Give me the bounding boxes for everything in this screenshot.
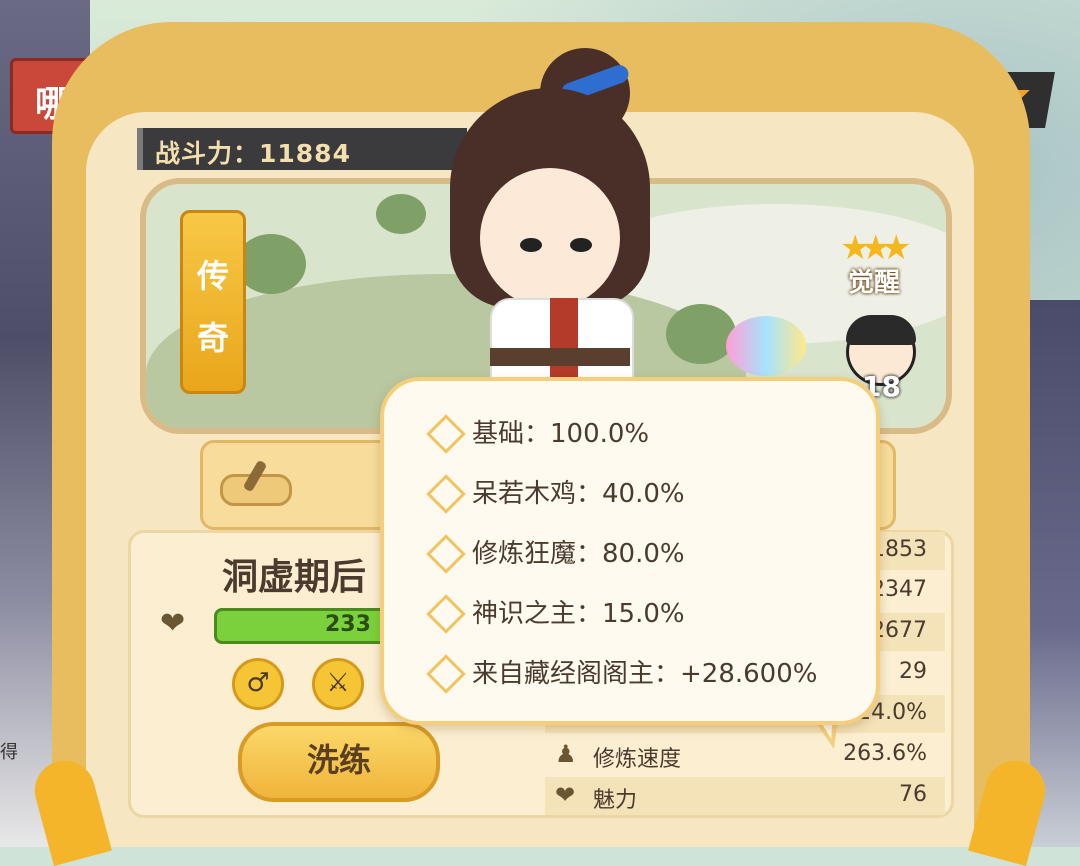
character-eye [520, 238, 542, 252]
tooltip-line-text: 神识之主：15.0% [472, 599, 685, 629]
character-face [480, 168, 620, 308]
bonus-breakdown-tooltip: 基础：100.0% 呆若木鸡：40.0% 修炼狂魔：80.0% 神识之主：15.… [380, 377, 880, 725]
character-eye [570, 238, 592, 252]
rank-tag: 传 奇 [180, 210, 246, 394]
awaken-badge[interactable]: ★★★ 觉醒 [832, 228, 932, 298]
hp-value: 233 [325, 612, 371, 637]
rank-char-1: 传 [196, 257, 229, 295]
diamond-icon [426, 654, 466, 694]
combat-power-text: 战斗力：11884 [155, 139, 351, 168]
diamond-icon [426, 534, 466, 574]
diamond-icon [426, 474, 466, 514]
pet-companion[interactable] [726, 316, 806, 376]
sword-icon[interactable]: ⚔ [312, 658, 364, 710]
scene-tree [236, 234, 306, 294]
stat-row-charm: ❤ 魅力 76 [545, 777, 945, 815]
scroll-icon[interactable] [220, 460, 292, 506]
heart-icon: ❤ [160, 606, 186, 641]
meditation-icon: ♟ [555, 740, 577, 768]
stat-value: 263.6% [843, 741, 927, 766]
stat-value: 29 [899, 659, 927, 684]
tooltip-line-text: 基础：100.0% [472, 419, 650, 449]
character-belt [490, 348, 630, 366]
heart-icon: ❤ [555, 781, 576, 809]
stat-row-cultivation-speed: ♟ 修炼速度 263.6% [545, 736, 945, 774]
diamond-icon [426, 594, 466, 634]
rank-char-2: 奇 [196, 319, 229, 357]
scene-tree [376, 194, 426, 234]
tooltip-line-text: 修炼狂魔：80.0% [472, 539, 685, 569]
stat-label: 修炼速度 [593, 747, 682, 772]
tooltip-line-text: 呆若木鸡：40.0% [472, 479, 685, 509]
realm-title: 洞虚期后 [222, 557, 367, 598]
diamond-icon [426, 414, 466, 454]
wash-button[interactable]: 洗练 [238, 722, 440, 802]
stat-value: 76 [899, 782, 927, 807]
combat-power-bar: 战斗力：11884 [137, 128, 467, 170]
stat-label: 魅力 [593, 788, 638, 813]
character-portrait [440, 48, 680, 422]
left-side-text: 得 [0, 742, 18, 763]
tooltip-line-text: 来自藏经阁阁主：+28.600% [472, 659, 818, 689]
male-icon[interactable]: ♂ [232, 658, 284, 710]
awaken-label: 觉醒 [848, 268, 901, 298]
